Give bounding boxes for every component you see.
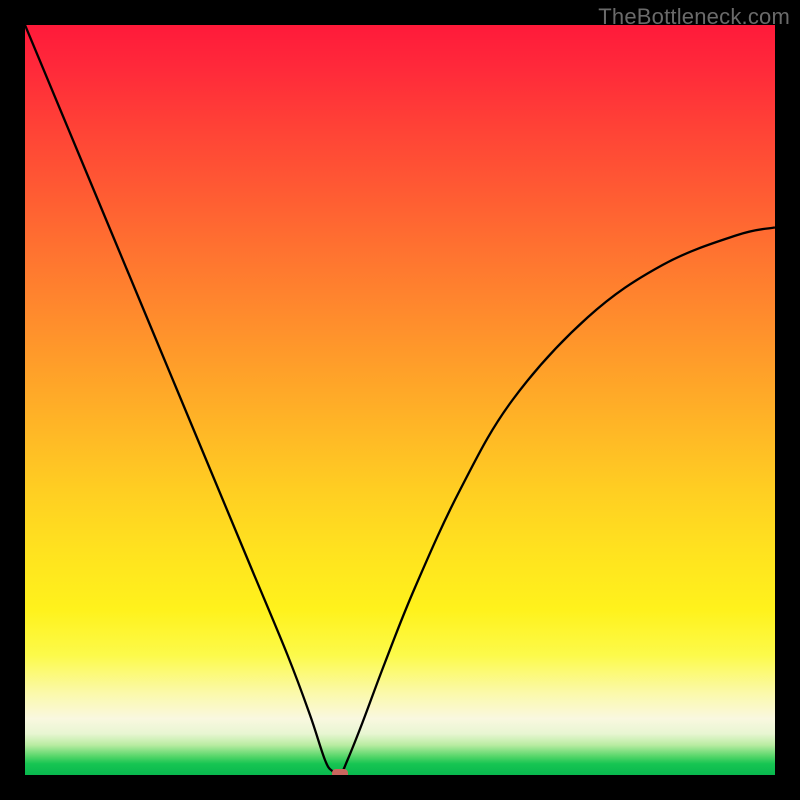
- plot-area: [25, 25, 775, 775]
- optimal-point-marker: [332, 769, 348, 775]
- chart-frame: TheBottleneck.com: [0, 0, 800, 800]
- bottleneck-curve: [25, 25, 775, 775]
- chart-svg: [25, 25, 775, 775]
